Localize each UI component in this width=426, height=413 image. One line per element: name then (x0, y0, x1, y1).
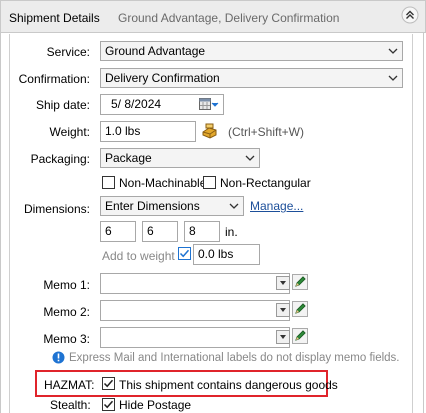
panel-title: Shipment Details (9, 11, 100, 25)
memo-3-label: Memo 3: (43, 332, 90, 346)
memo-note: Express Mail and International labels do… (69, 352, 400, 364)
stealth-text: Hide Postage (119, 398, 192, 412)
check-icon (103, 400, 114, 409)
ship-date-picker[interactable]: 5/ 8/2024 (100, 94, 224, 115)
confirmation-label: Confirmation: (18, 72, 90, 86)
non-machinable-checkbox[interactable] (102, 176, 115, 189)
dimensions-select[interactable]: Enter Dimensions (100, 196, 244, 216)
stealth-label: Stealth: (50, 398, 91, 412)
manage-dimensions-link[interactable]: Manage... (250, 199, 303, 213)
memo-1-dropdown-button[interactable] (276, 276, 290, 290)
info-icon (52, 351, 65, 364)
memo-1-label: Memo 1: (43, 278, 90, 292)
width-input[interactable]: 6 (142, 221, 178, 242)
extra-weight-input[interactable]: 0.0 lbs (193, 244, 260, 265)
weight-shortcut-hint: (Ctrl+Shift+W) (228, 125, 305, 139)
panel-header[interactable]: Shipment Details Ground Advantage, Deliv… (0, 0, 426, 33)
calendar-icon[interactable] (199, 98, 219, 111)
hazmat-label: HAZMAT: (44, 378, 95, 392)
weight-value: 1.0 lbs (105, 124, 141, 138)
dimensions-value: Enter Dimensions (105, 199, 200, 213)
pencil-icon[interactable] (292, 301, 308, 317)
chevron-down-icon (280, 335, 286, 339)
hazmat-text: This shipment contains dangerous goods (119, 378, 338, 392)
extra-weight-value: 0.0 lbs (198, 247, 234, 261)
pencil-icon[interactable] (292, 274, 308, 290)
stealth-checkbox[interactable] (102, 398, 115, 411)
width-value: 6 (147, 224, 154, 238)
memo-2-dropdown-button[interactable] (276, 303, 290, 317)
chevron-down-icon (245, 155, 255, 161)
packaging-label: Packaging: (30, 152, 90, 166)
non-rectangular-checkbox[interactable] (203, 176, 216, 189)
packaging-select[interactable]: Package (100, 148, 260, 168)
check-icon (103, 379, 114, 388)
memo-1-input[interactable] (100, 273, 290, 294)
panel-subtitle: Ground Advantage, Delivery Confirmation (118, 11, 340, 25)
height-value: 8 (189, 224, 196, 238)
memo-3-dropdown-button[interactable] (276, 330, 290, 344)
scale-icon[interactable] (201, 123, 219, 139)
chevron-down-icon (280, 308, 286, 312)
dimensions-label: Dimensions: (23, 202, 90, 216)
confirmation-value: Delivery Confirmation (105, 71, 220, 85)
collapse-chevron-icon[interactable] (401, 6, 419, 24)
memo-2-label: Memo 2: (43, 305, 90, 319)
weight-input[interactable]: 1.0 lbs (100, 121, 196, 142)
confirmation-select[interactable]: Delivery Confirmation (100, 68, 403, 88)
ship-date-value: 5/ 8/2024 (111, 97, 162, 111)
non-machinable-label: Non-Machinable (119, 176, 207, 190)
non-rectangular-label: Non-Rectangular (220, 176, 311, 190)
height-input[interactable]: 8 (184, 221, 220, 242)
weight-label: Weight: (49, 125, 90, 139)
chevron-down-icon (280, 281, 286, 285)
chevron-down-icon (388, 48, 398, 54)
pencil-icon[interactable] (292, 328, 308, 344)
length-input[interactable]: 6 (100, 221, 136, 242)
service-label: Service: (46, 45, 90, 59)
memo-3-input[interactable] (100, 327, 290, 348)
service-value: Ground Advantage (105, 44, 206, 58)
ship-date-label: Ship date: (35, 98, 90, 112)
length-value: 6 (105, 224, 112, 238)
service-select[interactable]: Ground Advantage (100, 41, 403, 61)
dimensions-unit: in. (225, 225, 238, 239)
chevron-down-icon (229, 203, 239, 209)
add-to-weight-checkbox[interactable] (178, 247, 191, 260)
packaging-value: Package (105, 151, 152, 165)
memo-2-input[interactable] (100, 300, 290, 321)
check-icon (179, 249, 190, 258)
add-to-weight-label: Add to weight (102, 249, 175, 263)
chevron-down-icon (388, 75, 398, 81)
hazmat-checkbox[interactable] (102, 377, 115, 390)
